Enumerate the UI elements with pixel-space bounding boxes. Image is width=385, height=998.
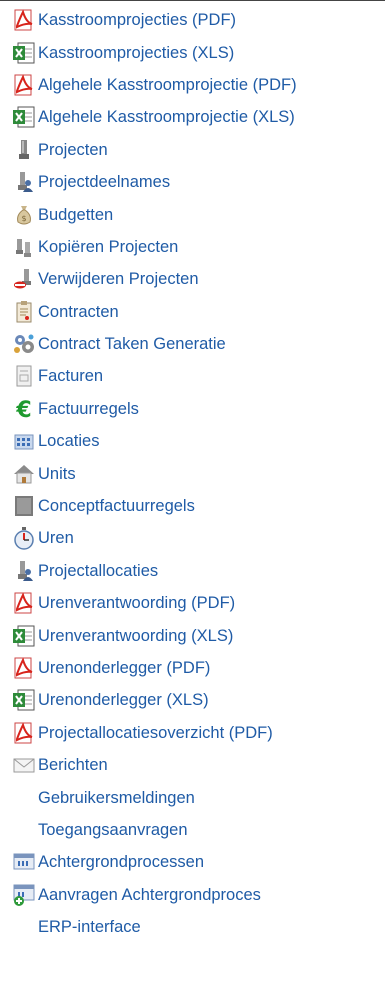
- menu-item-label[interactable]: Gebruikersmeldingen: [38, 788, 195, 808]
- menu-item-conceptfactuurregels[interactable]: Conceptfactuurregels: [0, 490, 385, 522]
- menu-item-label[interactable]: Units: [38, 464, 76, 484]
- menu-item-kasstroomprojecties-xls[interactable]: Kasstroomprojecties (XLS): [0, 36, 385, 68]
- menu-item-gebruikersmeldingen[interactable]: Gebruikersmeldingen: [0, 781, 385, 813]
- project-participation-icon: [12, 170, 36, 194]
- pdf-icon: [12, 73, 36, 97]
- menu-item-facturen[interactable]: Facturen: [0, 360, 385, 392]
- menu-item-projectdeelnames[interactable]: Projectdeelnames: [0, 166, 385, 198]
- house-icon: [12, 462, 36, 486]
- menu-item-units[interactable]: Units: [0, 457, 385, 489]
- project-allocation-icon: [12, 559, 36, 583]
- delete-project-icon: [12, 267, 36, 291]
- menu-item-verwijderen-projecten[interactable]: Verwijderen Projecten: [0, 263, 385, 295]
- project-icon: [12, 138, 36, 162]
- menu-item-contracten[interactable]: Contracten: [0, 296, 385, 328]
- euro-icon: €: [12, 397, 36, 421]
- invoice-icon: [12, 364, 36, 388]
- menu-item-algehele-kasstroomprojectie-xls[interactable]: Algehele Kasstroomprojectie (XLS): [0, 101, 385, 133]
- menu-item-projectallocaties[interactable]: Projectallocaties: [0, 555, 385, 587]
- menu-item-achtergrondprocessen[interactable]: Achtergrondprocessen: [0, 846, 385, 878]
- pdf-icon: [12, 721, 36, 745]
- pdf-icon: [12, 591, 36, 615]
- menu-item-label[interactable]: Budgetten: [38, 205, 113, 225]
- menu-item-label[interactable]: Algehele Kasstroomprojectie (PDF): [38, 75, 297, 95]
- menu-item-factuurregels[interactable]: € Factuurregels: [0, 393, 385, 425]
- envelope-icon: [12, 753, 36, 777]
- menu-item-label[interactable]: Projectallocatiesoverzicht (PDF): [38, 723, 273, 743]
- excel-icon: [12, 624, 36, 648]
- menu-item-label[interactable]: Conceptfactuurregels: [38, 496, 195, 516]
- menu-item-urenverantwoording-xls[interactable]: Urenverantwoording (XLS): [0, 619, 385, 651]
- menu-item-aanvragen-achtergrondproces[interactable]: Aanvragen Achtergrondproces: [0, 879, 385, 911]
- money-bag-icon: $: [12, 203, 36, 227]
- menu-item-erp-interface[interactable]: ERP-interface: [0, 911, 385, 943]
- copy-project-icon: [12, 235, 36, 259]
- menu-item-urenonderlegger-pdf[interactable]: Urenonderlegger (PDF): [0, 652, 385, 684]
- svg-text:€: €: [15, 398, 31, 421]
- menu-item-kopieren-projecten[interactable]: Kopiëren Projecten: [0, 231, 385, 263]
- gears-icon: [12, 332, 36, 356]
- menu-item-label[interactable]: Verwijderen Projecten: [38, 269, 199, 289]
- menu-item-budgetten[interactable]: $ Budgetten: [0, 198, 385, 230]
- menu-item-label[interactable]: Urenverantwoording (PDF): [38, 593, 235, 613]
- menu-item-label[interactable]: Berichten: [38, 755, 108, 775]
- menu-item-label[interactable]: Achtergrondprocessen: [38, 852, 204, 872]
- menu-item-contract-taken-generatie[interactable]: Contract Taken Generatie: [0, 328, 385, 360]
- menu-item-label[interactable]: Aanvragen Achtergrondproces: [38, 885, 261, 905]
- menu-item-projecten[interactable]: Projecten: [0, 134, 385, 166]
- menu-item-label[interactable]: Contract Taken Generatie: [38, 334, 226, 354]
- contract-icon: [12, 300, 36, 324]
- stopwatch-icon: [12, 526, 36, 551]
- menu-item-urenonderlegger-xls[interactable]: Urenonderlegger (XLS): [0, 684, 385, 716]
- pdf-icon: [12, 656, 36, 680]
- menu-item-label[interactable]: Contracten: [38, 302, 119, 322]
- menu-item-label[interactable]: Uren: [38, 528, 74, 548]
- menu-item-label[interactable]: Urenverantwoording (XLS): [38, 626, 233, 646]
- excel-icon: [12, 105, 36, 129]
- svg-text:$: $: [21, 214, 26, 223]
- add-background-process-icon: [12, 883, 36, 907]
- background-process-icon: [12, 850, 36, 874]
- menu-item-label[interactable]: Projectallocaties: [38, 561, 158, 581]
- menu-item-label[interactable]: Toegangsaanvragen: [38, 820, 188, 840]
- menu-item-label[interactable]: Facturen: [38, 366, 103, 386]
- building-icon: [12, 429, 36, 453]
- menu-item-label[interactable]: Projecten: [38, 140, 108, 160]
- menu-item-label[interactable]: Kopiëren Projecten: [38, 237, 178, 257]
- excel-icon: [12, 688, 36, 712]
- menu-item-label[interactable]: Algehele Kasstroomprojectie (XLS): [38, 107, 295, 127]
- menu-item-urenverantwoording-pdf[interactable]: Urenverantwoording (PDF): [0, 587, 385, 619]
- menu-item-label[interactable]: Projectdeelnames: [38, 172, 170, 192]
- menu-item-locaties[interactable]: Locaties: [0, 425, 385, 457]
- pdf-icon: [12, 8, 36, 32]
- menu-item-label[interactable]: Urenonderlegger (XLS): [38, 690, 209, 710]
- menu-item-algehele-kasstroomprojectie-pdf[interactable]: Algehele Kasstroomprojectie (PDF): [0, 69, 385, 101]
- menu-list: Kasstroomprojecties (PDF) Kasstroomproje…: [0, 4, 385, 943]
- menu-item-label[interactable]: Kasstroomprojecties (XLS): [38, 43, 234, 63]
- menu-item-label[interactable]: Locaties: [38, 431, 99, 451]
- excel-icon: [12, 41, 36, 65]
- menu-item-label[interactable]: ERP-interface: [38, 917, 141, 937]
- menu-item-projectallocatiesoverzicht-pdf[interactable]: Projectallocatiesoverzicht (PDF): [0, 717, 385, 749]
- menu-item-berichten[interactable]: Berichten: [0, 749, 385, 781]
- menu-item-label[interactable]: Kasstroomprojecties (PDF): [38, 10, 236, 30]
- menu-item-uren[interactable]: Uren: [0, 522, 385, 554]
- menu-item-label[interactable]: Urenonderlegger (PDF): [38, 658, 210, 678]
- menu-item-label[interactable]: Factuurregels: [38, 399, 139, 419]
- top-divider: [0, 0, 385, 1]
- menu-item-toegangsaanvragen[interactable]: Toegangsaanvragen: [0, 814, 385, 846]
- concept-invoice-icon: [12, 494, 36, 518]
- menu-item-kasstroomprojecties-pdf[interactable]: Kasstroomprojecties (PDF): [0, 4, 385, 36]
